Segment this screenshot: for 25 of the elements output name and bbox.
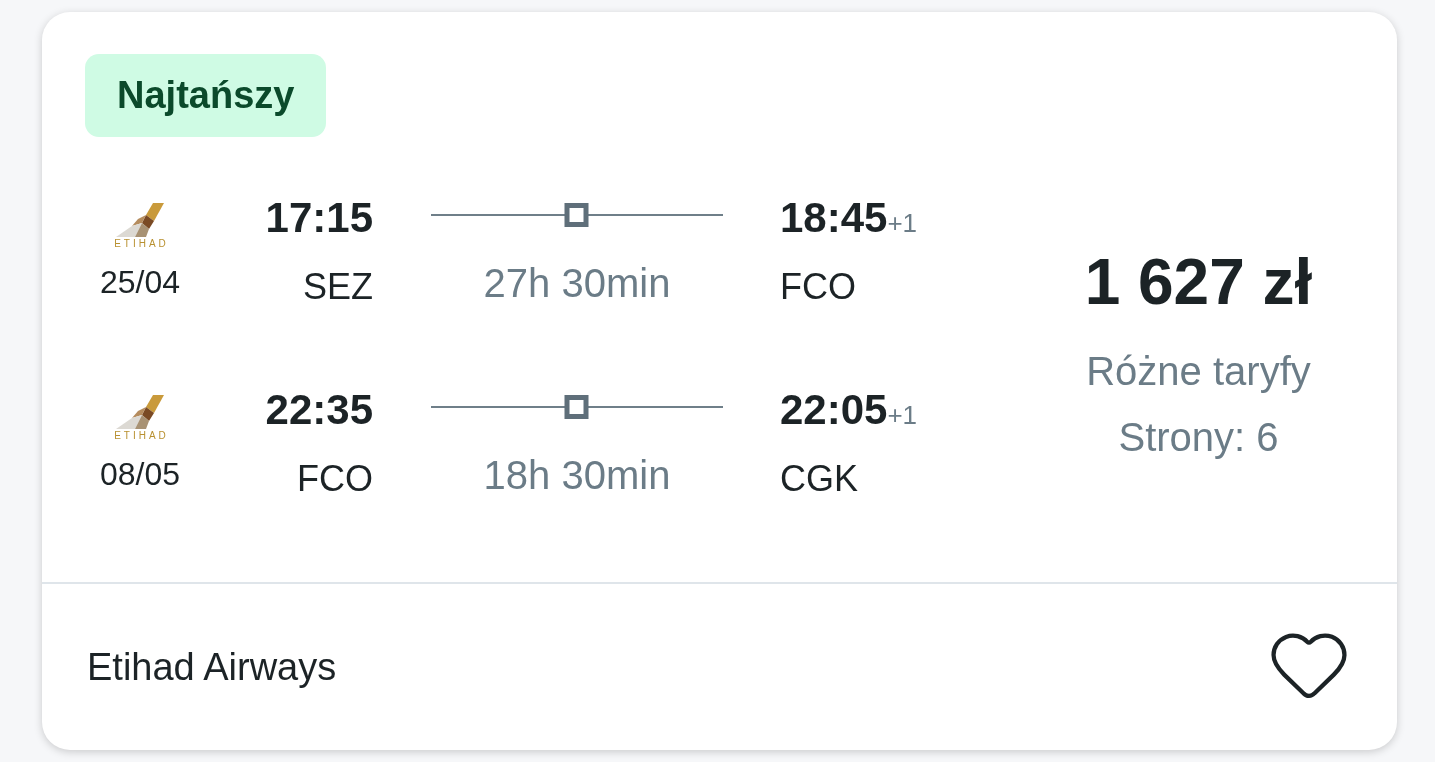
tail-fin-logo-icon <box>116 203 164 237</box>
flight-duration: 18h 30min <box>483 452 671 498</box>
flight-date: 08/05 <box>99 455 181 493</box>
departure-time: 22:35 <box>265 385 373 435</box>
airline-logo-wordmark: ETIHAD <box>113 431 169 441</box>
airline-name: Etihad Airways <box>87 645 337 689</box>
fare-note: Różne taryfy <box>1086 348 1311 394</box>
route-line-icon <box>431 395 723 419</box>
sites-count: Strony: 6 <box>1118 414 1279 460</box>
day-offset-label: +1 <box>887 400 918 430</box>
cheapest-badge: Najtańszy <box>85 54 327 137</box>
departure-airport-code: FCO <box>297 459 373 499</box>
airline-logo-wordmark: ETIHAD <box>113 239 169 249</box>
arrival-time: 18:45 <box>780 193 888 243</box>
arrival-airport-code: CGK <box>780 459 858 499</box>
departure-airport-code: SEZ <box>303 267 373 307</box>
flight-duration: 27h 30min <box>483 260 671 306</box>
route-line-icon <box>431 203 723 227</box>
departure-time: 17:15 <box>265 193 373 243</box>
day-offset-label: +1 <box>887 208 918 238</box>
arrival-airport-code: FCO <box>780 267 856 307</box>
price-amount: 1 627 zł <box>1084 246 1313 318</box>
tail-fin-logo-icon <box>116 395 164 429</box>
flight-date: 25/04 <box>99 263 181 301</box>
arrival-time: 22:05 <box>780 385 888 435</box>
